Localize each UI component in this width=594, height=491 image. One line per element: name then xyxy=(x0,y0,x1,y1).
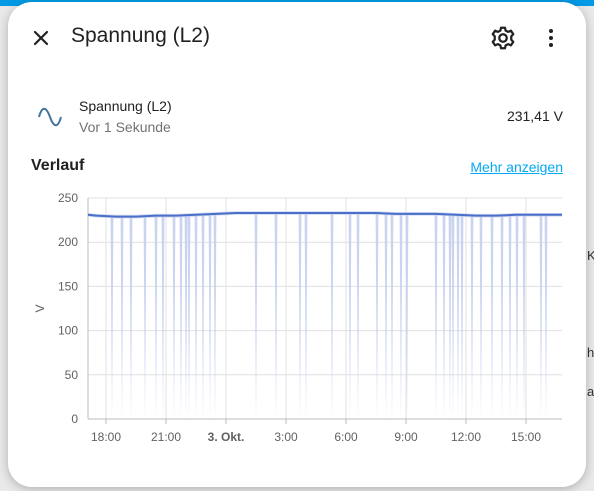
min-max-band-dip xyxy=(172,215,176,419)
min-max-band-dip xyxy=(330,213,334,419)
y-tick-label: 250 xyxy=(58,191,78,205)
history-chart[interactable]: 0 50 100 150 200 250 18:00 21:00 3. Okt. 3:00 6:00… xyxy=(8,187,586,457)
more-vert-icon xyxy=(549,29,553,47)
history-title: Verlauf xyxy=(31,157,85,174)
min-max-band-dip xyxy=(187,215,191,419)
min-max-band-dip xyxy=(544,214,548,419)
min-max-band-dip xyxy=(213,213,217,419)
close-button[interactable] xyxy=(26,23,56,53)
min-max-band-dip xyxy=(179,215,183,419)
overflow-menu-button[interactable] xyxy=(536,23,566,53)
show-more-link[interactable]: Mehr anzeigen xyxy=(470,159,563,175)
entity-name: Spannung (L2) xyxy=(79,98,172,114)
min-max-band-dip xyxy=(154,215,158,419)
x-tick-label: 9:00 xyxy=(394,430,418,444)
more-info-dialog: Spannung (L2) Spannung (L2) Vor 1 Sekund… xyxy=(8,2,586,487)
min-max-band-dip xyxy=(451,214,455,419)
min-max-band-dip xyxy=(184,215,188,419)
x-tick-label: 6:00 xyxy=(334,430,358,444)
x-tick-label: 18:00 xyxy=(91,430,121,444)
y-tick-label: 50 xyxy=(65,368,79,382)
min-max-band-dip xyxy=(375,213,379,419)
min-max-band-dip xyxy=(356,213,360,419)
min-max-band-dip xyxy=(208,214,212,419)
min-max-band-dip xyxy=(442,214,446,419)
min-max-band-dip xyxy=(194,214,198,419)
min-max-band-dip xyxy=(456,214,460,419)
min-max-band-dip xyxy=(384,213,388,419)
min-max-band-dip xyxy=(304,213,308,419)
dialog-header: Spannung (L2) xyxy=(8,2,586,72)
settings-button[interactable] xyxy=(488,23,518,53)
min-max-band-dip xyxy=(434,213,438,419)
min-max-band-dip xyxy=(508,215,512,419)
min-max-band-dip xyxy=(522,214,526,419)
entity-state-value: 231,41 V xyxy=(506,108,563,124)
min-max-band-dip xyxy=(110,216,114,419)
x-tick-label: 3:00 xyxy=(274,430,298,444)
min-max-band-dip xyxy=(448,214,452,419)
min-max-band-dip xyxy=(470,215,474,419)
x-tick-label: 21:00 xyxy=(151,430,181,444)
background-text-fragment: he xyxy=(587,345,594,360)
min-max-band-dip xyxy=(460,215,464,419)
y-axis-label: V xyxy=(33,304,47,312)
min-max-band-dip xyxy=(500,215,504,419)
y-tick-label: 0 xyxy=(71,412,78,426)
min-max-band-dip xyxy=(254,213,258,419)
entity-last-changed: Vor 1 Sekunde xyxy=(79,119,171,135)
sine-wave-icon xyxy=(38,107,62,127)
min-max-band-dip xyxy=(390,213,394,419)
min-max-band-dip xyxy=(201,214,205,419)
min-max-band-dip xyxy=(348,213,352,419)
background-text-fragment: K xyxy=(587,248,594,263)
min-max-band-dip xyxy=(539,214,543,419)
min-max-band-dip xyxy=(143,216,147,419)
min-max-band-dip xyxy=(298,213,302,419)
background-text-fragment: a xyxy=(587,384,594,399)
close-icon xyxy=(33,30,49,46)
min-max-band-dip xyxy=(490,215,494,419)
entity-state-row[interactable]: Spannung (L2) Vor 1 Sekunde 231,41 V xyxy=(8,92,586,140)
min-max-band-dip xyxy=(399,213,403,419)
y-tick-label: 100 xyxy=(58,324,78,338)
min-max-band-dip xyxy=(479,215,483,419)
x-tick-label: 12:00 xyxy=(451,430,481,444)
x-tick-label: 15:00 xyxy=(511,430,541,444)
gear-icon xyxy=(491,26,515,50)
y-tick-label: 200 xyxy=(58,235,78,249)
min-max-band-dip xyxy=(274,213,278,419)
min-max-band-dip xyxy=(120,216,124,419)
dialog-title: Spannung (L2) xyxy=(71,24,210,47)
x-tick-label: 3. Okt. xyxy=(208,430,245,444)
min-max-band-dip xyxy=(515,214,519,419)
min-max-band-dip xyxy=(161,215,165,419)
min-max-band-dip xyxy=(129,216,133,419)
y-tick-label: 150 xyxy=(58,279,78,293)
